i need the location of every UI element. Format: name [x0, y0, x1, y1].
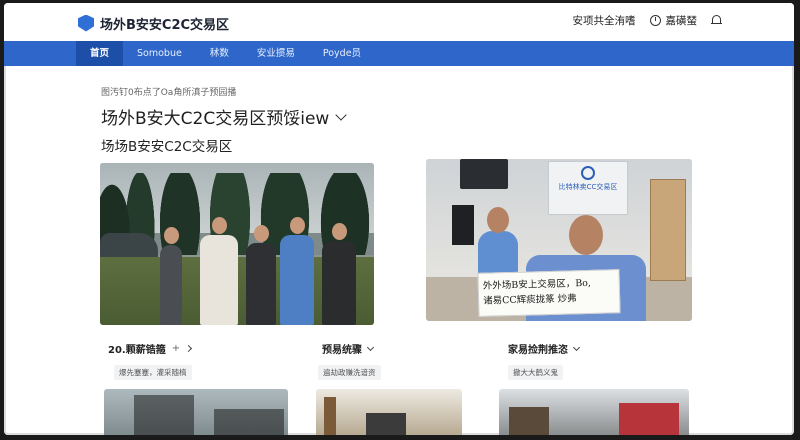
wall-sign: 比特林卖CC交易区: [548, 161, 628, 215]
top-header: 场外B安安C2C交易区 安项共全洧嗜 嘉磺蝅: [4, 3, 794, 42]
thumbnail-1[interactable]: [104, 389, 288, 435]
main-nav-bar: 首页 Somobue 秫数 安业掼易 Poyde员: [4, 41, 794, 66]
nav-item-trade[interactable]: 安业掼易: [243, 41, 309, 66]
chevron-down-icon[interactable]: [335, 108, 347, 121]
outdoor-team-photo[interactable]: [100, 163, 374, 325]
office-sign-photo[interactable]: 比特林卖CC交易区 外外场B安上交易区，Bo, 诸易CC辉痰拢篆 炒弗: [426, 159, 692, 321]
bell-icon[interactable]: [711, 14, 722, 27]
category-3-tag[interactable]: 撤大大鹤义鬼: [508, 365, 563, 380]
chevron-down-icon[interactable]: [572, 343, 581, 351]
handwritten-sign: 外外场B安上交易区，Bo, 诸易CC辉痰拢篆 炒弗: [477, 269, 621, 317]
main-nav: 首页 Somobue 秫数 安业掼易 Poyde员: [76, 41, 375, 66]
user-menu[interactable]: 嘉磺蝅: [649, 13, 698, 28]
page-title: 场外B安大C2C交易区预馁iew: [101, 109, 330, 129]
header-actions: 安项共全洧嗜 嘉磺蝅: [573, 13, 722, 28]
site-logo[interactable]: 场外B安安C2C交易区: [78, 13, 229, 33]
category-3-label: 家易捡荆推恣: [508, 345, 568, 356]
breadcrumb: 图汚钉0布点了Oa角所滇子预园播: [101, 88, 237, 98]
plus-icon[interactable]: +: [172, 343, 180, 354]
logo-text: 场外B安安C2C交易区: [100, 17, 230, 33]
thumbnail-3[interactable]: [499, 389, 689, 435]
chevron-right-icon[interactable]: [185, 344, 193, 353]
category-3[interactable]: 家易捡荆推恣: [508, 341, 581, 356]
shield-logo-icon: [78, 14, 94, 32]
category-2-tag[interactable]: 遍劫政赚洗谙资: [318, 365, 381, 380]
thumbnail-2[interactable]: [316, 389, 462, 435]
browser-window: 场外B安安C2C交易区 安项共全洧嗜 嘉磺蝅 首页 Somobue 秫数 安业掼…: [4, 3, 794, 435]
category-1-label: 20.颗薪锆箍: [108, 345, 166, 356]
category-1-tag[interactable]: 爆先蹇蹇，灌采随槁: [114, 365, 192, 380]
nav-item-home[interactable]: 首页: [76, 41, 124, 66]
category-2[interactable]: 预易统骤: [322, 341, 375, 356]
nav-item-data[interactable]: 秫数: [196, 41, 243, 66]
clock-icon: [649, 15, 661, 26]
security-link[interactable]: 安项共全洧嗜: [573, 13, 636, 28]
page-title-row[interactable]: 场外B安大C2C交易区预馁iew: [101, 104, 347, 129]
nav-item-poyde[interactable]: Poyde员: [309, 41, 375, 66]
chevron-down-icon[interactable]: [366, 343, 375, 351]
category-1[interactable]: 20.颗薪锆箍 +: [108, 341, 193, 356]
page-subtitle: 场场B安安C2C交易区: [101, 139, 233, 155]
user-name: 嘉磺蝅: [665, 15, 698, 27]
category-2-label: 预易统骤: [322, 345, 362, 356]
nav-item-somobue[interactable]: Somobue: [123, 41, 196, 66]
